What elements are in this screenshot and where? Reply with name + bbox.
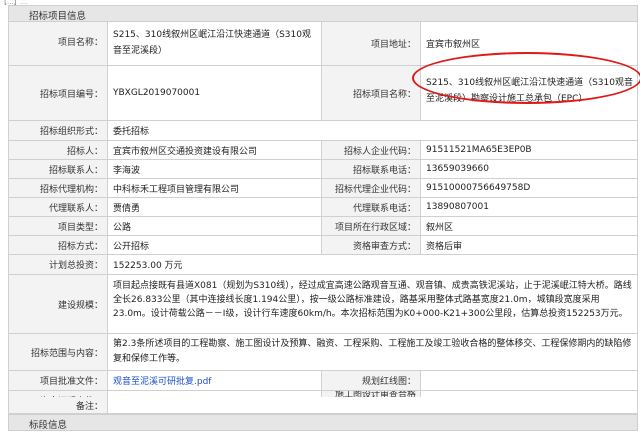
project-name-label: 项目名称： [9, 22, 108, 65]
project-address-label: 项目地址： [322, 22, 421, 65]
project-info-table: 项目名称： S215、310线叙州区岷江沿江快速通道（S310观音至泥溪段） 项… [8, 22, 638, 414]
redline-label: 规划红线图： [322, 371, 421, 390]
table-row: 招标联系人： 李海波 招标联系电话： 13659039660 [8, 160, 638, 179]
remark-value [108, 397, 637, 413]
org-form-label: 招标组织形式： [9, 121, 108, 140]
table-row: 招标组织形式： 委托招标 [8, 121, 638, 141]
agent-phone-label: 代理联系电话： [322, 198, 421, 216]
table-row: 招标代理机构： 中科标禾工程项目管理有限公司 招标代理企业代码： 9151000… [8, 179, 638, 198]
table-row: 建设规模： 项目起点接既有县道X081（规划为S310线），经过成宜高速公路观音… [8, 275, 638, 334]
table-row: 项目批准文件： 观音至泥溪可研批复.pdf 规划红线图： [8, 371, 638, 391]
investment-value: 152253.00 万元 [108, 255, 637, 274]
project-type-label: 项目类型： [9, 217, 108, 235]
project-address-value: 宜宾市叙州区 [421, 22, 637, 65]
tender-method-label: 招标方式： [9, 236, 108, 254]
tenderer-value: 宜宾市叙州区交通投资建设有限公司 [108, 141, 322, 159]
region-label: 项目所在行政区域： [322, 217, 421, 235]
table-row: 招标人： 宜宾市叙州区交通投资建设有限公司 招标人企业代码： 91511521M… [8, 141, 638, 160]
investment-label: 计划总投资： [9, 255, 108, 274]
review-method-value: 资格后审 [421, 236, 637, 254]
remark-label: 备注： [9, 397, 108, 413]
redline-value [421, 371, 637, 390]
agency-label: 招标代理机构： [9, 179, 108, 197]
project-type-value: 公路 [108, 217, 322, 235]
scale-label: 建设规模： [9, 275, 108, 333]
agent-phone-value: 13890807001 [421, 198, 637, 216]
org-form-value: 委托招标 [108, 121, 637, 140]
tenderer-phone-value: 13659039660 [421, 160, 637, 178]
section-title: 标段信息 [29, 420, 68, 431]
scope-label: 招标范围与内容： [9, 334, 108, 370]
table-row: 项目名称： S215、310线叙州区岷江沿江快速通道（S310观音至泥溪段） 项… [8, 22, 638, 66]
table-row: 计划总投资： 152253.00 万元 [8, 255, 638, 275]
table-row: 招标项目编号： YBXGL2019070001 招标项目名称： S215、310… [8, 66, 638, 121]
region-value: 叙州区 [421, 217, 637, 235]
tenderer-code-label: 招标人企业代码： [322, 141, 421, 159]
tenderer-contact-label: 招标联系人： [9, 160, 108, 178]
scale-value: 项目起点接既有县道X081（规划为S310线），经过成宜高速公路观音互通、观音镇… [108, 275, 637, 333]
section-header-lot-info: 标段信息 [8, 414, 638, 431]
tender-code-label: 招标项目编号： [9, 66, 108, 120]
tender-name-label: 招标项目名称： [322, 66, 421, 120]
agent-contact-label: 代理联系人： [9, 198, 108, 216]
tenderer-code-value: 91511521MA65E3EP0B [421, 141, 637, 159]
tender-method-value: 公开招标 [108, 236, 322, 254]
approval-file-label: 项目批准文件： [9, 371, 108, 390]
review-method-label: 资格审查方式： [322, 236, 421, 254]
tenderer-contact-value: 李海波 [108, 160, 322, 178]
table-row: 项目类型： 公路 项目所在行政区域： 叙州区 [8, 217, 638, 236]
agent-contact-value: 贾倩勇 [108, 198, 322, 216]
section-header-project-info: 招标项目信息 [8, 5, 638, 22]
table-row: 代理联系人： 贾倩勇 代理联系电话： 13890807001 [8, 198, 638, 217]
table-row: 招标方式： 公开招标 资格审查方式： 资格后审 [8, 236, 638, 255]
project-name-value: S215、310线叙州区岷江沿江快速通道（S310观音至泥溪段） [108, 22, 322, 65]
agency-value: 中科标禾工程项目管理有限公司 [108, 179, 322, 197]
section-title: 招标项目信息 [29, 11, 87, 22]
agency-code-value: 91510000756649758D [421, 179, 637, 197]
tender-name-value: S215、310线叙州区岷江沿江快速通道（S310观音至泥溪段）勘察设计施工总承… [421, 66, 637, 120]
approval-file-link[interactable]: 观音至泥溪可研批复.pdf [108, 371, 322, 390]
tenderer-phone-label: 招标联系电话： [322, 160, 421, 178]
remark-row: 备注： [8, 397, 638, 414]
agency-code-label: 招标代理企业代码： [322, 179, 421, 197]
tender-code-value: YBXGL2019070001 [108, 66, 322, 120]
scope-value: 第2.3条所述项目的工程勘察、施工图设计及预算、融资、工程采购、工程施工及竣工验… [108, 334, 637, 370]
tenderer-label: 招标人： [9, 141, 108, 159]
table-row: 招标范围与内容： 第2.3条所述项目的工程勘察、施工图设计及预算、融资、工程采购… [8, 334, 638, 371]
